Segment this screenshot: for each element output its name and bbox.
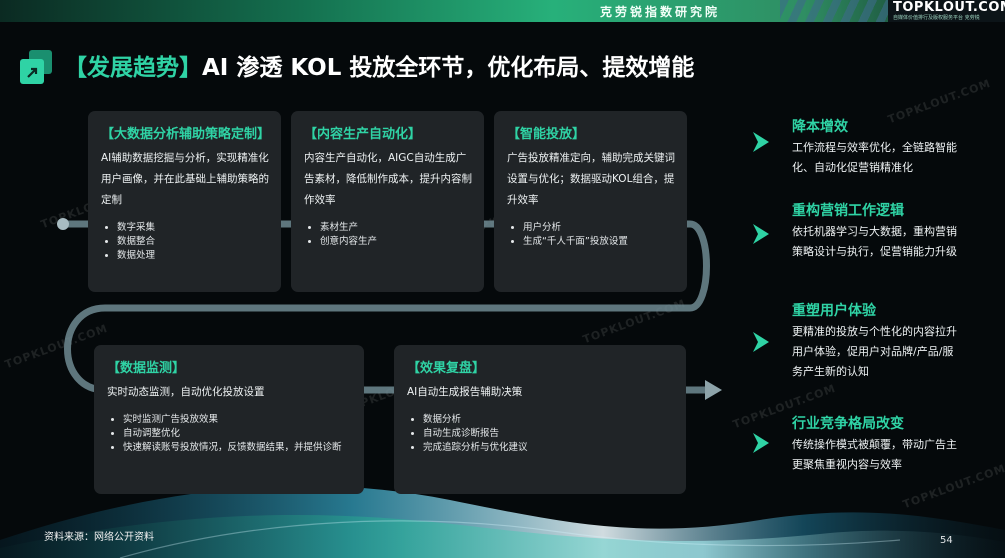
card-bullets: 用户分析 生成“千人千面”投放设置: [507, 221, 675, 249]
card-title: 【智能投放】: [507, 127, 586, 142]
benefit-text: 更精准的投放与个性化的内容拉升用户体验，促用户对品牌/产品/服务产生新的认知: [792, 325, 957, 378]
bullet-item: 数据处理: [117, 249, 269, 263]
bullet-item: 实时监测广告投放效果: [123, 413, 352, 427]
bullet-item: 快速解读账号投放情况，反馈数据结果，并提供诊断: [123, 441, 352, 455]
card-description: 实时动态监测，自动优化投放设置: [107, 386, 265, 398]
card-data-monitoring: 【数据监测】 实时动态监测，自动优化投放设置 实时监测广告投放效果 自动调整优化…: [94, 345, 364, 494]
benefit-title: 重塑用户体验: [792, 303, 876, 319]
benefit-title: 降本增效: [792, 119, 848, 135]
chevron-right-icon: [753, 433, 769, 453]
benefit-title: 重构营销工作逻辑: [792, 203, 904, 219]
card-title: 【数据监测】: [107, 361, 186, 376]
card-title: 【内容生产自动化】: [304, 127, 422, 142]
card-bullets: 数据分析 自动生成诊断报告 完成追踪分析与优化建议: [407, 413, 674, 455]
bullet-item: 自动调整优化: [123, 427, 352, 441]
card-description: AI辅助数据挖掘与分析，实现精准化用户画像，并在此基础上辅助策略的定制: [101, 152, 269, 206]
benefit-text: 工作流程与效率优化，全链路智能化、自动化促营销精准化: [792, 141, 957, 174]
card-bullets: 实时监测广告投放效果 自动调整优化 快速解读账号投放情况，反馈数据结果，并提供诊…: [107, 413, 352, 455]
bullet-item: 数据分析: [423, 413, 674, 427]
bullet-item: 自动生成诊断报告: [423, 427, 674, 441]
bullet-item: 数据整合: [117, 235, 269, 249]
bullet-item: 素材生产: [320, 221, 472, 235]
bullet-item: 生成“千人千面”投放设置: [523, 235, 675, 249]
card-description: 内容生产自动化，AIGC自动生成广告素材，降低制作成本，提升内容制作效率: [304, 152, 472, 206]
card-content-automation: 【内容生产自动化】 内容生产自动化，AIGC自动生成广告素材，降低制作成本，提升…: [291, 111, 484, 292]
card-effect-review: 【效果复盘】 AI自动生成报告辅助决策 数据分析 自动生成诊断报告 完成追踪分析…: [394, 345, 686, 494]
card-title: 【大数据分析辅助策略定制】: [101, 127, 271, 142]
benefit-title: 行业竞争格局改变: [792, 416, 904, 432]
benefit-text: 传统操作模式被颠覆，带动广告主更聚焦重视内容与效率: [792, 438, 957, 471]
bullet-item: 用户分析: [523, 221, 675, 235]
page-number: 54: [940, 535, 953, 546]
card-big-data-strategy: 【大数据分析辅助策略定制】 AI辅助数据挖掘与分析，实现精准化用户画像，并在此基…: [88, 111, 281, 292]
card-bullets: 数字采集 数据整合 数据处理: [101, 221, 269, 263]
source-note: 资料来源：网络公开资料: [44, 532, 154, 543]
card-description: AI自动生成报告辅助决策: [407, 386, 523, 398]
chevron-right-icon: [753, 332, 769, 352]
bullet-item: 创意内容生产: [320, 235, 472, 249]
card-title: 【效果复盘】: [407, 361, 486, 376]
chevron-right-icon: [753, 224, 769, 244]
bullet-item: 完成追踪分析与优化建议: [423, 441, 674, 455]
benefit-text: 依托机器学习与大数据，重构营销策略设计与执行，促营销能力升级: [792, 225, 957, 258]
bullet-item: 数字采集: [117, 221, 269, 235]
chevron-right-icon: [753, 132, 769, 152]
card-smart-delivery: 【智能投放】 广告投放精准定向，辅助完成关键词设置与优化；数据驱动KOL组合，提…: [494, 111, 687, 292]
card-description: 广告投放精准定向，辅助完成关键词设置与优化；数据驱动KOL组合，提升效率: [507, 152, 675, 206]
card-bullets: 素材生产 创意内容生产: [304, 221, 472, 249]
